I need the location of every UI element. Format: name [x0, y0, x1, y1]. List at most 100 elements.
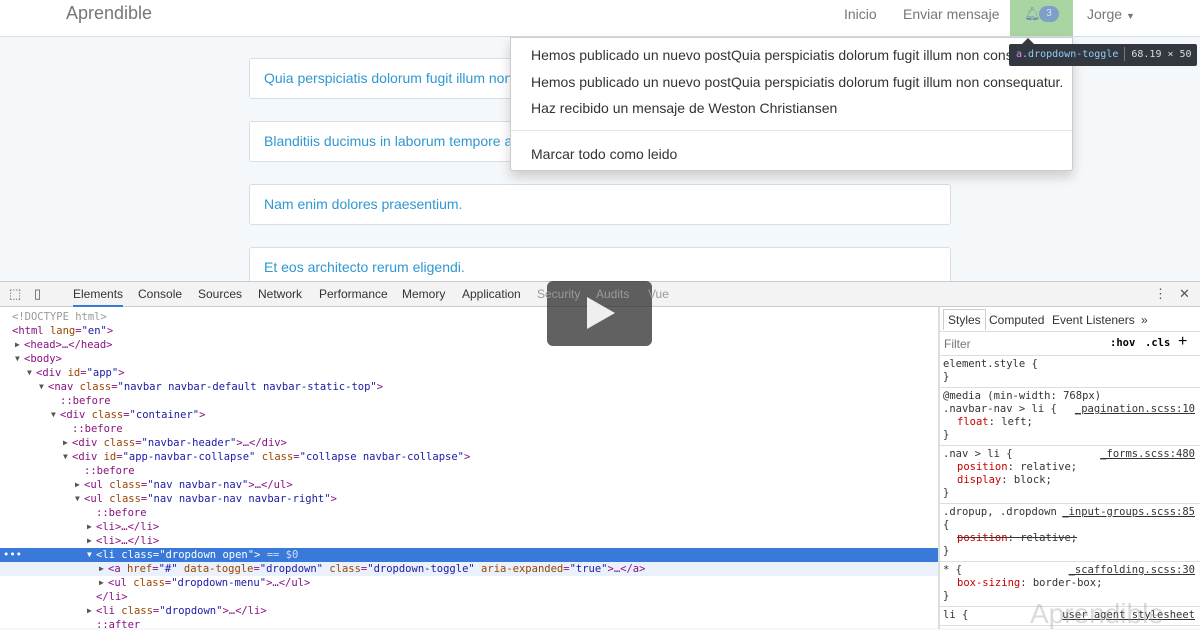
post-title[interactable]: Et eos architecto rerum eligendi.	[264, 259, 465, 275]
dom-node-text: <div id="app-navbar-collapse" class="col…	[72, 451, 471, 463]
tab-elements[interactable]: Elements	[73, 287, 124, 307]
css-rule[interactable]: element.style {}	[940, 356, 1200, 388]
dom-node-line[interactable]: ▶ <div class="navbar-header">…</div>	[0, 436, 938, 450]
dom-node-line[interactable]: ▼ <div class="container">	[0, 408, 938, 422]
user-menu[interactable]: Jorge ▼	[1087, 6, 1135, 22]
tab-event-listeners[interactable]: Event Listeners	[1052, 313, 1135, 327]
user-name: Jorge	[1087, 6, 1123, 22]
dom-node-line[interactable]: ▶ <li>…</li>	[0, 534, 938, 548]
expand-arrow-icon[interactable]: ▶	[87, 520, 92, 534]
dom-node-text: <div class="navbar-header">…</div>	[72, 437, 287, 449]
expand-arrow-icon[interactable]: ▶	[87, 534, 92, 548]
more-options-icon[interactable]: ⋮	[1154, 286, 1167, 302]
nav-link-inicio[interactable]: Inicio	[844, 6, 877, 22]
collapse-arrow-icon[interactable]: ▼	[51, 408, 56, 422]
dom-node-line[interactable]: ▼ <div id="app">	[0, 366, 938, 380]
css-source-link[interactable]: _scaffolding.scss:30	[1069, 564, 1195, 577]
css-property[interactable]: position: relative;	[943, 461, 1197, 474]
collapse-arrow-icon[interactable]: ▼	[87, 548, 92, 562]
expand-arrow-icon[interactable]: ▶	[15, 338, 20, 352]
dom-node-line[interactable]: <html lang="en">	[0, 324, 938, 338]
tab-security[interactable]: Security	[537, 287, 580, 301]
brand-logo[interactable]: Aprendible	[66, 3, 152, 24]
dom-node-text: <a href="#" data-toggle="dropdown" class…	[108, 563, 646, 575]
css-property[interactable]: display: block;	[943, 474, 1197, 487]
dom-node-line[interactable]: ::before	[0, 506, 938, 520]
dom-node-line[interactable]: ▶ <ul class="dropdown-menu">…</ul>	[0, 576, 938, 590]
css-rule[interactable]: .dropup, .dropdown _input-groups.scss:85{…	[940, 504, 1200, 562]
dom-node-text: ::before	[72, 423, 123, 435]
dom-node-line[interactable]: ▶ <li>…</li>	[0, 520, 938, 534]
dom-node-line[interactable]: </li>	[0, 590, 938, 604]
device-toolbar-icon[interactable]: ▯	[34, 286, 41, 302]
tab-styles[interactable]: Styles	[943, 309, 986, 330]
caret-down-icon: ▼	[1126, 11, 1135, 21]
post-title[interactable]: Blanditiis ducimus in laborum tempore au	[264, 133, 520, 149]
css-source-link[interactable]: _forms.scss:480	[1100, 448, 1195, 461]
post-title[interactable]: Nam enim dolores praesentium.	[264, 196, 462, 212]
dom-node-text: <div id="app">	[36, 367, 125, 379]
collapse-arrow-icon[interactable]: ▼	[75, 492, 80, 506]
dom-node-line[interactable]: ::before	[0, 394, 938, 408]
tab-network[interactable]: Network	[258, 287, 302, 301]
tab-performance[interactable]: Performance	[319, 287, 388, 301]
tab-sources[interactable]: Sources	[198, 287, 242, 301]
dom-node-line[interactable]: ▶ <li class="dropdown">…</li>	[0, 604, 938, 618]
css-property[interactable]: box-sizing: border-box;	[943, 577, 1197, 590]
styles-pane: Styles Computed Event Listeners » Filter…	[940, 307, 1200, 629]
nav-link-enviar-mensaje[interactable]: Enviar mensaje	[903, 6, 1000, 22]
collapse-arrow-icon[interactable]: ▼	[27, 366, 32, 380]
dom-node-text: ::after	[96, 619, 141, 629]
mark-all-read[interactable]: Marcar todo como leido	[531, 146, 677, 162]
dom-node-line[interactable]: ▶ <a href="#" data-toggle="dropdown" clas…	[0, 562, 938, 576]
css-source-link[interactable]: _input-groups.scss:85	[1062, 506, 1195, 519]
dom-node-line[interactable]: ••• ▼ <li class="dropdown open"> == $0	[0, 548, 938, 562]
dom-node-line[interactable]: ::before	[0, 464, 938, 478]
notification-item[interactable]: Hemos publicado un nuevo postQuia perspi…	[531, 74, 1063, 90]
notification-item[interactable]: Haz recibido un mensaje de Weston Christ…	[531, 100, 837, 116]
css-property[interactable]: float: left;	[943, 416, 1197, 429]
collapse-arrow-icon[interactable]: ▼	[63, 450, 68, 464]
css-rule[interactable]: .nav > li {_forms.scss:480 position: rela…	[940, 446, 1200, 504]
close-icon[interactable]: ✕	[1179, 286, 1190, 302]
css-rule[interactable]: @media (min-width: 768px) .navbar-nav > l…	[940, 388, 1200, 446]
css-source-link[interactable]: _pagination.scss:10	[1075, 403, 1195, 416]
styles-filter-input[interactable]: Filter	[944, 337, 971, 351]
new-rule-button[interactable]: +	[1178, 333, 1187, 351]
css-property[interactable]: position: relative;	[943, 532, 1197, 545]
tab-console[interactable]: Console	[138, 287, 182, 301]
dom-node-line[interactable]: ▼ <body>	[0, 352, 938, 366]
tab-audits[interactable]: Audits	[596, 287, 629, 301]
post-title[interactable]: Quia perspiciatis dolorum fugit illum no…	[264, 70, 512, 86]
dom-node-line[interactable]: ▶ <ul class="nav navbar-nav">…</ul>	[0, 478, 938, 492]
post-card[interactable]: Nam enim dolores praesentium.	[249, 184, 951, 225]
tab-memory[interactable]: Memory	[402, 287, 445, 301]
notifications-dropdown-toggle[interactable]: 🔔︎ 3	[1010, 0, 1073, 36]
dom-node-line[interactable]: ::before	[0, 422, 938, 436]
expand-arrow-icon[interactable]: ▶	[63, 436, 68, 450]
elements-tree[interactable]: <!DOCTYPE html> <html lang="en"> ▶ <head>…<…	[0, 307, 938, 629]
dom-node-line[interactable]: <!DOCTYPE html>	[0, 310, 938, 324]
cls-toggle[interactable]: .cls	[1145, 337, 1170, 349]
expand-arrow-icon[interactable]: ▶	[75, 478, 80, 492]
inspect-element-icon[interactable]: ⬚	[9, 286, 21, 302]
dom-node-line[interactable]: ▶ <head>…</head>	[0, 338, 938, 352]
dom-node-line[interactable]: ▼ <ul class="nav navbar-nav navbar-right"…	[0, 492, 938, 506]
css-selector: li {	[943, 609, 969, 621]
dom-node-text: ::before	[96, 507, 147, 519]
tab-application[interactable]: Application	[462, 287, 521, 301]
dom-node-line[interactable]: ▼ <div id="app-navbar-collapse" class="co…	[0, 450, 938, 464]
collapse-arrow-icon[interactable]: ▼	[15, 352, 20, 366]
dom-node-line[interactable]: ::after	[0, 618, 938, 629]
hov-toggle[interactable]: :hov	[1110, 337, 1135, 349]
collapse-arrow-icon[interactable]: ▼	[39, 380, 44, 394]
notification-item[interactable]: Hemos publicado un nuevo postQuia perspi…	[531, 47, 1063, 63]
dom-node-line[interactable]: ▼ <nav class="navbar navbar-default navba…	[0, 380, 938, 394]
tab-vue[interactable]: Vue	[648, 287, 669, 301]
more-tabs-icon[interactable]: »	[1141, 313, 1148, 327]
inspect-tooltip: a.dropdown-toggle 68.19 × 50	[1009, 44, 1197, 66]
expand-arrow-icon[interactable]: ▶	[99, 576, 104, 590]
expand-arrow-icon[interactable]: ▶	[99, 562, 104, 576]
expand-arrow-icon[interactable]: ▶	[87, 604, 92, 618]
tab-computed[interactable]: Computed	[989, 313, 1044, 327]
